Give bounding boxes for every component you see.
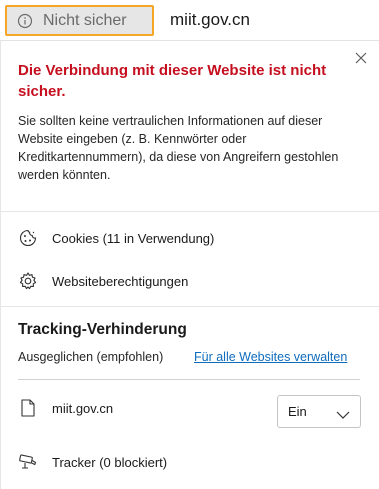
document-icon xyxy=(18,399,38,417)
info-icon xyxy=(17,13,33,29)
close-button[interactable] xyxy=(351,48,371,68)
address-domain[interactable]: miit.gov.cn xyxy=(170,10,250,30)
address-bar: Nicht sicher miit.gov.cn xyxy=(0,0,379,40)
trackers-label: Tracker (0 blockiert) xyxy=(52,454,168,470)
select-value: Ein xyxy=(288,404,307,419)
tracking-site-row: miit.gov.cn xyxy=(18,399,113,417)
warning-title: Die Verbindung mit dieser Website ist ni… xyxy=(18,62,327,100)
divider xyxy=(0,211,379,212)
camera-icon xyxy=(18,452,38,472)
close-icon xyxy=(355,52,367,64)
chevron-down-icon xyxy=(336,407,350,419)
trackers-item[interactable]: Tracker (0 blockiert) xyxy=(18,452,167,472)
manage-all-sites-link[interactable]: Für alle Websites verwalten xyxy=(194,350,347,364)
security-indicator-button[interactable]: Nicht sicher xyxy=(5,5,154,36)
tracking-site-domain: miit.gov.cn xyxy=(52,400,114,416)
tracking-toggle-select[interactable]: Ein xyxy=(277,395,361,428)
site-permissions-label: Websiteberechtigungen xyxy=(52,273,189,289)
site-permissions-item[interactable]: Websiteberechtigungen xyxy=(18,271,188,291)
tracking-prevention-title: Tracking-Verhinderung xyxy=(18,321,187,338)
divider xyxy=(18,379,360,380)
cookie-icon xyxy=(18,228,38,248)
tracking-level: Ausgeglichen (empfohlen) xyxy=(18,350,164,364)
divider xyxy=(0,306,379,307)
security-label: Nicht sicher xyxy=(43,11,127,29)
warning-text: Sie sollten keine vertraulichen Informat… xyxy=(18,114,339,182)
cookies-item-label: Cookies (11 in Verwendung) xyxy=(52,230,215,246)
gear-icon xyxy=(18,271,38,291)
cookies-item[interactable]: Cookies (11 in Verwendung) xyxy=(18,228,214,248)
